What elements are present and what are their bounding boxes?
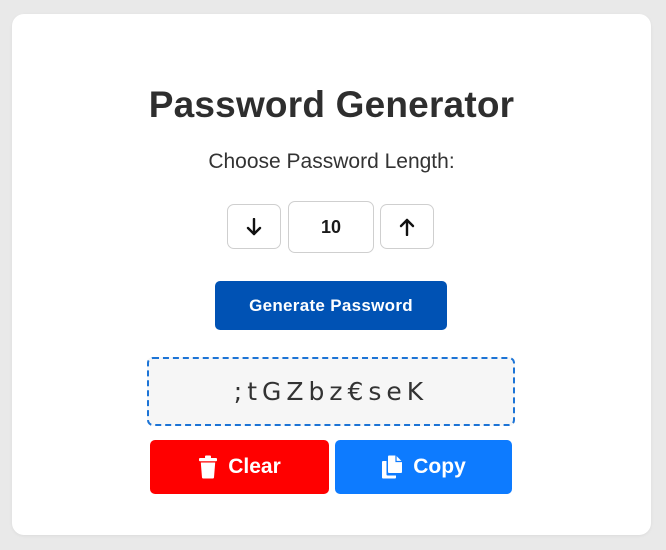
password-output[interactable]: ;tGZbz€seK <box>147 357 515 426</box>
password-generator-card: Password Generator Choose Password Lengt… <box>12 14 651 535</box>
length-input[interactable] <box>288 201 374 253</box>
password-value: ;tGZbz€seK <box>233 377 429 406</box>
increase-length-button[interactable] <box>380 204 434 249</box>
generate-password-button[interactable]: Generate Password <box>215 281 447 330</box>
decrease-length-button[interactable] <box>227 204 281 249</box>
arrow-up-icon <box>399 218 415 236</box>
arrow-down-icon <box>246 217 262 235</box>
trash-icon <box>198 455 218 479</box>
page-title: Password Generator <box>148 84 515 125</box>
copy-label: Copy <box>413 455 466 478</box>
copy-icon <box>381 455 403 479</box>
clear-label: Clear <box>228 455 281 478</box>
clear-button[interactable]: Clear <box>150 440 329 494</box>
length-label: Choose Password Length: <box>208 150 455 173</box>
copy-button[interactable]: Copy <box>335 440 512 494</box>
